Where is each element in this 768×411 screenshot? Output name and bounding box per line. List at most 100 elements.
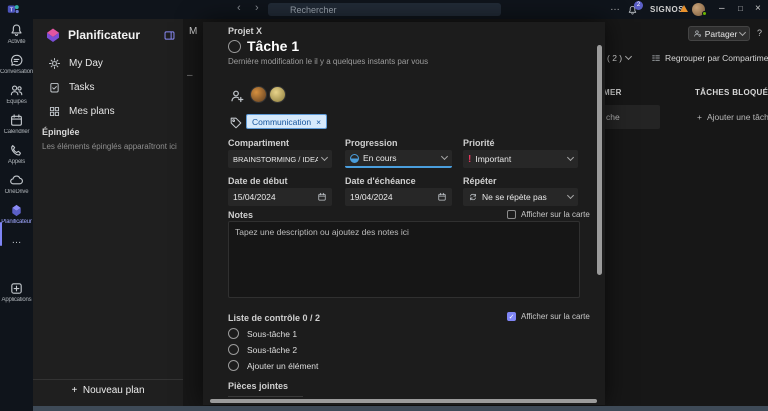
checklist-show-on-card[interactable]: ✓ Afficher sur la carte <box>507 312 590 321</box>
person-gear-icon <box>693 29 702 38</box>
planner-logo-icon <box>45 27 61 43</box>
tag-close-icon[interactable]: × <box>316 117 321 127</box>
nav-back-icon[interactable]: ‹ <box>237 3 241 14</box>
clipped-column-header-fragment: MER <box>603 88 622 97</box>
task-detail-dialog: Projet X Tâche 1 Dernière modification l… <box>203 22 605 405</box>
group-by-control[interactable]: Regrouper par Compartiment <box>651 53 768 63</box>
filter-count-label: ( 2 ) <box>607 53 622 63</box>
chevron-down-icon <box>567 154 574 161</box>
planner-sidebar: Planificateur My Day Tasks Mes plans Épi… <box>33 19 183 406</box>
task-complete-radio[interactable] <box>228 40 241 53</box>
dialog-horizontal-scrollbar[interactable] <box>210 399 597 403</box>
window-minimize-button[interactable]: – <box>719 3 725 15</box>
sidebar-item-my-day[interactable]: My Day <box>48 57 103 70</box>
rail-more-icon[interactable]: … <box>0 235 33 246</box>
calendar-picker-icon[interactable] <box>317 192 327 202</box>
repeat-icon <box>468 192 478 202</box>
start-date-label: Date de début <box>228 176 288 186</box>
tag-chip[interactable]: Communication × <box>246 114 327 129</box>
assignee-avatar[interactable] <box>269 86 286 103</box>
show-on-card-label: Afficher sur la carte <box>521 210 590 219</box>
status-available-icon <box>702 11 707 16</box>
due-date-value: 19/04/2024 <box>350 192 393 202</box>
attachment-area-edge <box>228 396 303 397</box>
priority-label: Priorité <box>463 138 495 148</box>
help-icon[interactable]: ? <box>757 28 762 38</box>
repeat-dropdown[interactable]: Ne se répète pas <box>463 188 578 206</box>
add-task-label: Ajouter une tâche <box>707 112 768 122</box>
rail-item-calendar[interactable]: Calendrier <box>0 113 33 135</box>
progress-dropdown[interactable]: En cours <box>345 150 452 168</box>
active-rail-indicator <box>0 222 2 246</box>
planner-icon <box>9 203 24 218</box>
sidebar-item-my-plans[interactable]: Mes plans <box>48 105 115 118</box>
assign-person-add-icon[interactable] <box>229 88 245 104</box>
repeat-value: Ne se répète pas <box>482 192 547 202</box>
sidebar-item-tasks[interactable]: Tasks <box>48 81 95 94</box>
due-date-label: Date d'échéance <box>345 176 416 186</box>
checklist-item[interactable]: Sous-tâche 1 <box>228 328 297 339</box>
start-date-field[interactable]: 15/04/2024 <box>228 188 332 206</box>
people-icon <box>9 83 24 98</box>
assignee-avatar[interactable] <box>250 86 267 103</box>
search-input[interactable] <box>268 3 501 16</box>
clipped-dash-fragment: – <box>187 70 193 81</box>
task-title[interactable]: Tâche 1 <box>247 38 299 54</box>
checkbox-checked-icon[interactable]: ✓ <box>507 312 516 321</box>
clipped-task-card[interactable]: che <box>603 105 660 129</box>
new-plan-button[interactable]: + Nouveau plan <box>33 385 183 396</box>
sidebar-divider <box>33 379 183 380</box>
rail-item-calls[interactable]: Appels <box>0 143 33 165</box>
chevron-down-icon <box>567 192 574 199</box>
important-priority-icon: ! <box>468 154 471 165</box>
breadcrumb[interactable]: Projet X <box>228 26 262 36</box>
rail-item-label: Conversation <box>0 69 33 75</box>
column-header-blocked-tasks: TÂCHES BLOQUÉES <box>695 88 768 97</box>
notes-label: Notes <box>228 210 253 220</box>
share-label: Partager <box>705 29 738 39</box>
pinned-empty-text: Les éléments épinglés apparaîtront ici <box>42 142 178 151</box>
priority-value: Important <box>475 154 511 164</box>
priority-dropdown[interactable]: ! Important <box>463 150 578 168</box>
nav-forward-icon[interactable]: › <box>255 3 259 14</box>
rail-item-activity[interactable]: Activité <box>0 23 33 45</box>
rail-item-label: Applications <box>0 297 33 303</box>
rail-item-label: Calendrier <box>0 129 33 135</box>
bucket-value: BRAINSTORMING / IDEATI... <box>233 155 318 164</box>
ellipsis-icon: … <box>12 235 22 246</box>
rail-item-onedrive[interactable]: OneDrive <box>0 173 33 195</box>
bell-icon <box>9 23 24 38</box>
rail-item-chat[interactable]: Conversation <box>0 53 33 75</box>
checklist-add-item[interactable]: Ajouter un élément <box>228 360 318 371</box>
teams-logo-icon: T <box>7 3 20 16</box>
checklist-circle-icon[interactable] <box>228 344 239 355</box>
warning-icon <box>680 5 688 12</box>
checklist-circle-icon[interactable] <box>228 328 239 339</box>
checklist-item[interactable]: Sous-tâche 2 <box>228 344 297 355</box>
chevron-down-icon <box>625 53 632 60</box>
notes-show-on-card[interactable]: Afficher sur la carte <box>507 210 590 219</box>
add-task-button[interactable]: + Ajouter une tâche <box>697 112 768 122</box>
attachments-label: Pièces jointes <box>228 381 288 391</box>
due-date-field[interactable]: 19/04/2024 <box>345 188 452 206</box>
group-by-label: Regrouper par Compartiment <box>665 53 768 63</box>
checklist-item-label: Sous-tâche 2 <box>247 345 297 355</box>
rail-item-apps[interactable]: Applications <box>0 281 33 303</box>
share-button[interactable]: Partager <box>688 26 750 41</box>
collapse-panel-icon[interactable] <box>163 29 176 42</box>
rail-item-planner[interactable]: Planificateur <box>0 203 33 225</box>
tag-icon <box>229 116 243 130</box>
sidebar-item-label: Tasks <box>69 82 95 93</box>
rail-item-teams[interactable]: Équipes <box>0 83 33 105</box>
checkbox-unchecked-icon[interactable] <box>507 210 516 219</box>
more-options-icon[interactable]: … <box>610 2 620 13</box>
last-modified-text: Dernière modification le il y a quelques… <box>228 57 428 66</box>
bucket-dropdown[interactable]: BRAINSTORMING / IDEATI... <box>228 150 332 168</box>
window-close-button[interactable]: × <box>755 3 761 15</box>
calendar-picker-icon[interactable] <box>437 192 447 202</box>
notification-badge: 2 <box>634 1 643 10</box>
notes-textarea[interactable] <box>228 221 580 298</box>
window-maximize-button[interactable]: □ <box>738 3 743 15</box>
filter-fragment[interactable]: ( 2 ) <box>607 53 631 63</box>
dialog-vertical-scrollbar[interactable] <box>597 45 602 275</box>
